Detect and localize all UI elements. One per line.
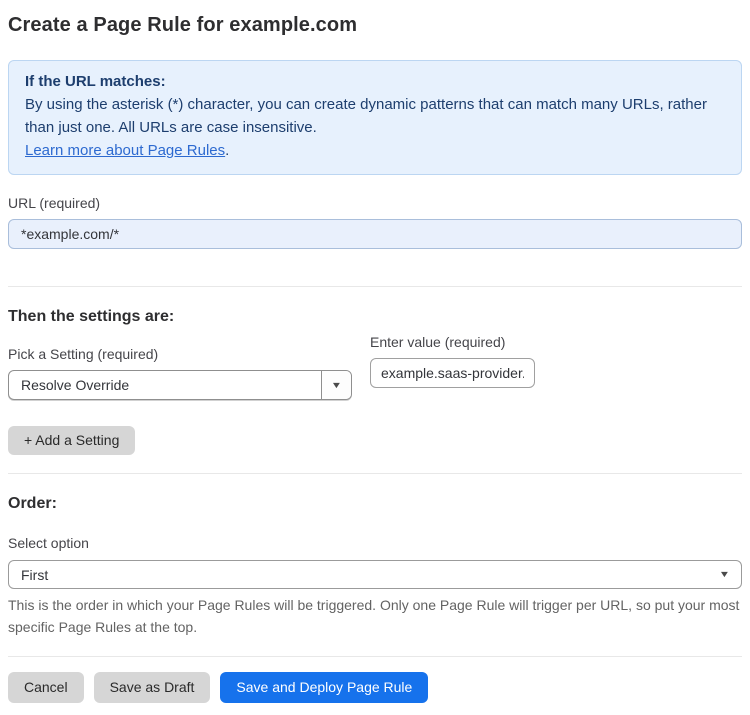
setting-select[interactable]: Resolve Override ▼ <box>8 370 352 400</box>
order-section-heading: Order: <box>8 495 57 512</box>
settings-section-heading: Then the settings are: <box>8 308 175 325</box>
footer-actions: Cancel Save as Draft Save and Deploy Pag… <box>8 672 742 703</box>
learn-more-link[interactable]: Learn more about Page Rules <box>25 142 225 159</box>
add-setting-button[interactable]: + Add a Setting <box>8 426 136 455</box>
order-select-value: First <box>21 566 49 583</box>
url-match-info-box: If the URL matches: By using the asteris… <box>8 60 742 175</box>
info-box-body: By using the asterisk (*) character, you… <box>25 96 707 136</box>
setting-value-input[interactable] <box>370 358 535 388</box>
setting-select-arrow-button[interactable]: ▼ <box>321 371 351 399</box>
order-help-text: This is the order in which your Page Rul… <box>8 597 740 635</box>
chevron-down-icon: ▼ <box>330 379 343 390</box>
setting-select-value: Resolve Override <box>21 377 130 393</box>
save-and-deploy-button[interactable]: Save and Deploy Page Rule <box>220 672 429 703</box>
order-select[interactable]: First ▼ <box>8 560 742 589</box>
order-select-label: Select option <box>8 535 89 551</box>
link-suffix: . <box>225 142 230 159</box>
url-field-label: URL (required) <box>8 195 101 211</box>
save-as-draft-button[interactable]: Save as Draft <box>93 672 211 703</box>
page-title: Create a Page Rule for example.com <box>8 14 358 36</box>
setting-picker-label: Pick a Setting (required) <box>8 346 159 362</box>
divider <box>8 473 742 474</box>
settings-row: Pick a Setting (required) Resolve Overri… <box>8 326 742 400</box>
setting-value-column: Enter value (required) <box>370 334 535 388</box>
divider <box>8 656 742 657</box>
chevron-down-icon: ▼ <box>718 569 731 579</box>
cancel-button[interactable]: Cancel <box>8 672 84 703</box>
divider <box>8 286 742 287</box>
setting-value-label: Enter value (required) <box>370 334 506 350</box>
page-rule-form: Create a Page Rule for example.com If th… <box>0 0 750 715</box>
info-box-heading: If the URL matches: <box>25 73 166 90</box>
url-input[interactable] <box>8 219 742 249</box>
setting-picker-column: Pick a Setting (required) Resolve Overri… <box>8 326 352 400</box>
info-box-link-line: Learn more about Page Rules. <box>25 139 725 162</box>
